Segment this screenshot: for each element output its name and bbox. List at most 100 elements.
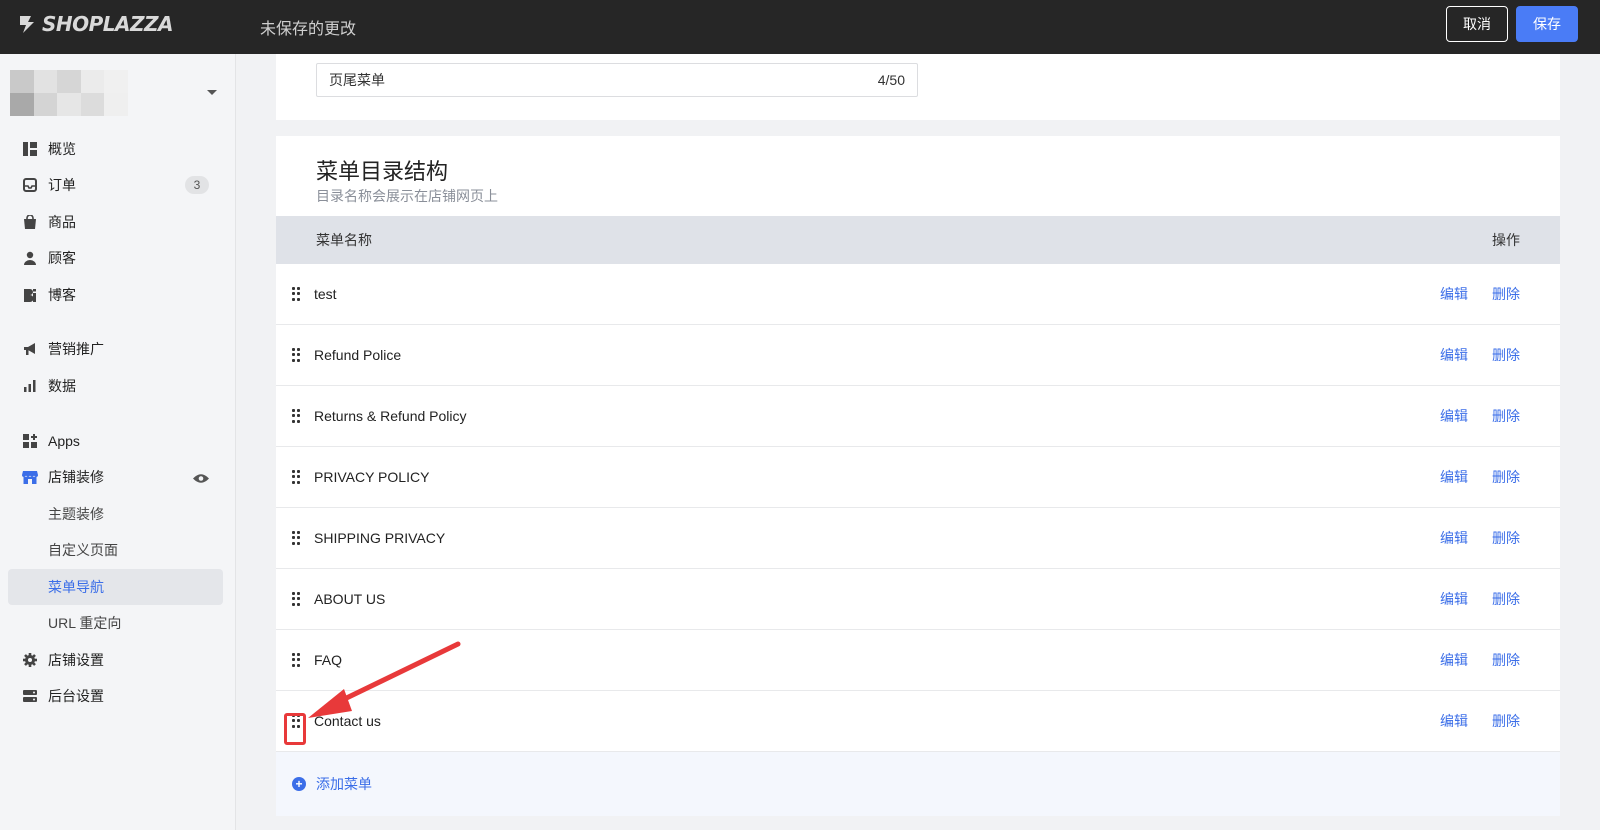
logo[interactable]: SHOPLAZZA [16, 12, 174, 36]
add-menu-button[interactable]: + 添加菜单 [276, 752, 1560, 816]
menu-item-name: Returns & Refund Policy [314, 408, 467, 424]
drag-handle-icon[interactable] [292, 348, 300, 362]
save-button[interactable]: 保存 [1516, 6, 1578, 42]
delete-link[interactable]: 删除 [1492, 650, 1520, 670]
edit-link[interactable]: 编辑 [1440, 650, 1468, 670]
gear-icon [22, 652, 38, 668]
sidebar-item-label: 自定义页面 [48, 542, 118, 558]
table-row: Returns & Refund Policy 编辑 删除 [276, 386, 1560, 447]
annotation-arrow-icon [308, 641, 461, 718]
server-icon [22, 688, 38, 704]
delete-link[interactable]: 删除 [1492, 467, 1520, 487]
sidebar-item-label: 店铺装修 [48, 469, 104, 485]
menu-structure-title: 菜单目录结构 [316, 159, 449, 184]
edit-link[interactable]: 编辑 [1440, 528, 1468, 548]
edit-link[interactable]: 编辑 [1440, 467, 1468, 487]
sidebar-item-products[interactable]: 商品 [8, 204, 223, 240]
menu-name-card: 页尾菜单 4/50 [276, 54, 1560, 120]
sidebar-item-theme[interactable]: 主题装修 [8, 496, 223, 532]
unsaved-changes-text: 未保存的更改 [260, 21, 357, 38]
cancel-button[interactable]: 取消 [1446, 6, 1508, 42]
table-row: ABOUT US 编辑 删除 [276, 569, 1560, 630]
menu-item-name: SHIPPING PRIVACY [314, 530, 446, 546]
logo-text: SHOPLAZZA [42, 12, 174, 36]
menu-structure-subtitle: 目录名称会展示在店铺网页上 [316, 188, 498, 204]
menu-item-name: test [314, 286, 337, 302]
char-counter: 4/50 [877, 72, 905, 88]
sidebar-item-store-settings[interactable]: 店铺设置 [8, 642, 223, 678]
sidebar-item-admin-settings[interactable]: 后台设置 [8, 678, 223, 714]
sidebar-item-label: 博客 [48, 287, 76, 303]
menu-item-name: Refund Police [314, 347, 402, 363]
sidebar-item-label: URL 重定向 [48, 615, 122, 631]
sidebar-item-url-redirect[interactable]: URL 重定向 [8, 605, 223, 641]
drag-handle-icon[interactable] [292, 409, 300, 423]
sidebar-item-label: 商品 [48, 214, 76, 230]
drag-handle-icon[interactable] [292, 531, 300, 545]
bag-icon [22, 214, 38, 230]
store-switcher[interactable] [10, 70, 225, 116]
edit-link[interactable]: 编辑 [1440, 284, 1468, 304]
delete-link[interactable]: 删除 [1492, 345, 1520, 365]
table-row: test 编辑 删除 [276, 264, 1560, 325]
sidebar-item-label: 顾客 [48, 250, 76, 266]
menu-item-name: PRIVACY POLICY [314, 469, 430, 485]
megaphone-icon [22, 341, 38, 357]
sidebar-item-label: 数据 [48, 378, 76, 394]
sidebar-item-orders[interactable]: 订单 3 [8, 167, 223, 203]
delete-link[interactable]: 删除 [1492, 284, 1520, 304]
orders-count-badge: 3 [185, 176, 209, 194]
sidebar-item-menu-navigation[interactable]: 菜单导航 [8, 569, 223, 605]
sidebar-item-marketing[interactable]: 营销推广 [8, 331, 223, 367]
edit-link[interactable]: 编辑 [1440, 711, 1468, 731]
plus-circle-icon: + [292, 777, 306, 791]
sidebar-item-label: 店铺设置 [48, 652, 104, 668]
drag-handle-icon[interactable] [292, 287, 300, 301]
sidebar-item-store-design[interactable]: 店铺装修 [8, 459, 223, 495]
sidebar-item-analytics[interactable]: 数据 [8, 368, 223, 404]
blog-icon [22, 287, 38, 303]
sidebar-item-label: 订单 [48, 177, 76, 193]
sidebar-item-overview[interactable]: 概览 [8, 131, 223, 167]
delete-link[interactable]: 删除 [1492, 589, 1520, 609]
table-header: 菜单名称 操作 [276, 216, 1560, 264]
top-bar: SHOPLAZZA 未保存的更改 取消 保存 [0, 0, 1600, 54]
table-row: Refund Police 编辑 删除 [276, 325, 1560, 386]
column-header-actions: 操作 [1492, 232, 1520, 248]
dashboard-icon [22, 141, 38, 157]
inbox-icon [22, 177, 38, 193]
edit-link[interactable]: 编辑 [1440, 406, 1468, 426]
menu-name-value: 页尾菜单 [329, 72, 385, 88]
eye-icon[interactable] [193, 471, 209, 487]
menu-name-input[interactable]: 页尾菜单 4/50 [316, 63, 918, 97]
sidebar-item-custom-pages[interactable]: 自定义页面 [8, 532, 223, 568]
add-menu-label: 添加菜单 [316, 776, 372, 792]
delete-link[interactable]: 删除 [1492, 406, 1520, 426]
sidebar-item-blog[interactable]: 博客 [8, 277, 223, 313]
table-row: SHIPPING PRIVACY 编辑 删除 [276, 508, 1560, 569]
edit-link[interactable]: 编辑 [1440, 345, 1468, 365]
store-avatar [10, 70, 128, 116]
drag-handle-icon[interactable] [292, 592, 300, 606]
sidebar-item-label: 营销推广 [48, 341, 104, 357]
sidebar-item-label: 菜单导航 [48, 579, 104, 595]
menu-item-name: ABOUT US [314, 591, 386, 607]
delete-link[interactable]: 删除 [1492, 711, 1520, 731]
sidebar-item-label: Apps [48, 433, 80, 449]
sidebar: 概览 订单 3 商品 顾客 博客 营销推广 数据 Apps 店铺装修 主题装修 … [0, 54, 236, 830]
apps-icon [22, 433, 38, 449]
storefront-icon [22, 469, 38, 485]
drag-handle-icon[interactable] [292, 653, 300, 667]
bar-chart-icon [22, 378, 38, 394]
person-icon [22, 250, 38, 266]
edit-link[interactable]: 编辑 [1440, 589, 1468, 609]
sidebar-item-customers[interactable]: 顾客 [8, 240, 223, 276]
delete-link[interactable]: 删除 [1492, 528, 1520, 548]
chevron-down-icon[interactable] [207, 90, 217, 95]
drag-handle-icon[interactable] [292, 470, 300, 484]
sidebar-item-label: 主题装修 [48, 506, 104, 522]
table-row: PRIVACY POLICY 编辑 删除 [276, 447, 1560, 508]
sidebar-item-apps[interactable]: Apps [8, 423, 223, 459]
column-header-name: 菜单名称 [316, 232, 372, 248]
sidebar-item-label: 概览 [48, 141, 76, 157]
